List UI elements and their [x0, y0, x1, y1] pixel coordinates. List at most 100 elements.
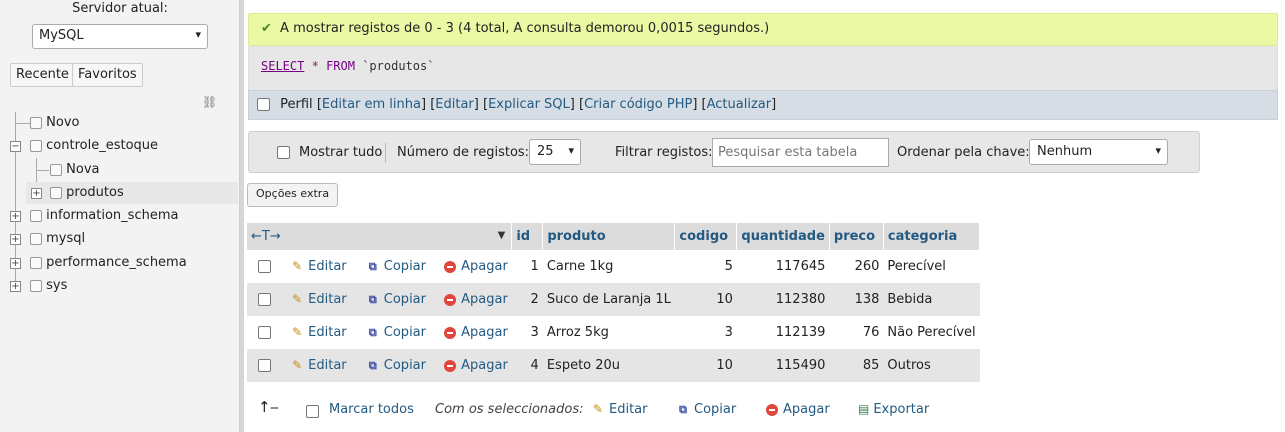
rows-count-select[interactable]: 25 ▾: [529, 139, 581, 165]
show-all-checkbox[interactable]: [277, 146, 290, 159]
chevron-down-icon: ▾: [195, 28, 201, 41]
row-checkbox[interactable]: [258, 359, 271, 372]
tree-item-information-schema[interactable]: information_schema: [30, 205, 178, 227]
panel-splitter[interactable]: [240, 0, 244, 432]
row-checkbox[interactable]: [258, 293, 271, 306]
tree-item-sys[interactable]: sys: [30, 275, 67, 297]
cell-id: 1: [511, 250, 543, 283]
cell-quantidade: 115490: [736, 349, 830, 382]
rows-count-label: Número de registos:: [397, 145, 530, 160]
bulk-edit-button[interactable]: ✎ Editar: [590, 402, 648, 417]
row-checkbox[interactable]: [258, 326, 271, 339]
check-all-checkbox[interactable]: [306, 405, 319, 418]
sort-dropdown-icon[interactable]: ▼: [498, 230, 506, 241]
bulk-delete-button[interactable]: Apagar: [766, 402, 830, 417]
expand-icon[interactable]: +: [10, 258, 21, 269]
server-select[interactable]: MySQL ▾: [32, 24, 208, 49]
profile-checkbox[interactable]: [257, 98, 270, 111]
edit-link[interactable]: Editar: [435, 97, 474, 112]
expand-icon[interactable]: +: [10, 281, 21, 292]
row-copy-link[interactable]: ⧉ Copiar: [365, 259, 426, 274]
pencil-icon: ✎: [292, 259, 303, 273]
tab-recent[interactable]: Recente: [10, 63, 75, 87]
copy-icon: ⧉: [368, 359, 377, 372]
column-header-categoria[interactable]: categoria: [883, 223, 981, 250]
results-table: ←T→ ▼ id produto codigo quantidade preco…: [247, 223, 981, 382]
row-actions: ✎ Editar ⧉ Copiar Apagar: [247, 349, 512, 382]
bulk-copy-button[interactable]: ⧉ Copiar: [675, 402, 736, 417]
row-delete-link[interactable]: Apagar: [444, 259, 508, 274]
sql-links-bar: Perfil [Editar em linha] [Editar] [Expli…: [248, 90, 1278, 120]
row-edit-link[interactable]: ✎ Editar: [289, 292, 347, 307]
column-header-produto[interactable]: produto: [542, 223, 676, 250]
create-php-code-link[interactable]: Criar código PHP: [584, 97, 692, 112]
sql-star: *: [311, 59, 319, 73]
tab-favorites[interactable]: Favoritos: [72, 63, 143, 87]
cell-categoria: Não Perecível: [883, 316, 980, 349]
new-database-icon: [30, 116, 42, 129]
cell-quantidade: 112380: [736, 283, 830, 316]
table-navigation-toolbar: Mostrar tudo Número de registos: 25 ▾ Fi…: [248, 131, 1200, 173]
column-header-codigo[interactable]: codigo: [674, 223, 738, 250]
table-row: ✎ Editar ⧉ Copiar Apagar 2 Suco de Laranja…: [247, 283, 980, 316]
extra-options-button[interactable]: Opções extra: [247, 183, 339, 207]
database-icon: [30, 209, 42, 222]
cell-quantidade: 112139: [736, 316, 830, 349]
row-delete-link[interactable]: Apagar: [444, 292, 508, 307]
row-copy-link[interactable]: ⧉ Copiar: [365, 358, 426, 373]
delete-icon: [444, 326, 457, 339]
cell-id: 3: [511, 316, 543, 349]
row-edit-link[interactable]: ✎ Editar: [289, 325, 347, 340]
sql-keyword-select[interactable]: SELECT: [261, 59, 304, 73]
sort-by-key-label: Ordenar pela chave:: [897, 145, 1030, 160]
filter-rows-label: Filtrar registos:: [615, 145, 713, 160]
row-actions: ✎ Editar ⧉ Copiar Apagar: [247, 316, 512, 349]
cell-codigo: 5: [674, 250, 737, 283]
tree-item-controle-estoque[interactable]: controle_estoque: [30, 135, 158, 157]
cell-codigo: 10: [674, 349, 737, 382]
sort-by-key-select[interactable]: Nenhum ▾: [1029, 139, 1168, 165]
cell-preco: 85: [829, 349, 884, 382]
cell-produto: Suco de Laranja 1L: [542, 283, 675, 316]
tree-item-mysql[interactable]: mysql: [30, 228, 85, 250]
row-edit-link[interactable]: ✎ Editar: [289, 358, 347, 373]
check-all-link[interactable]: Marcar todos: [329, 402, 414, 417]
link-with-main-panel-icon[interactable]: ⛓: [202, 95, 217, 109]
navigation-panel: Servidor atual: MySQL ▾ Recente Favorito…: [0, 0, 240, 432]
cell-preco: 260: [829, 250, 884, 283]
tree-item-produtos[interactable]: produtos: [26, 182, 238, 204]
sql-query-box[interactable]: SELECT * FROM `produtos`: [248, 46, 1278, 90]
expand-icon[interactable]: +: [10, 211, 21, 222]
row-delete-link[interactable]: Apagar: [444, 325, 508, 340]
pencil-icon: ✎: [592, 402, 604, 416]
column-header-id[interactable]: id: [511, 223, 544, 250]
expand-icon[interactable]: +: [31, 188, 42, 199]
edit-inline-link[interactable]: Editar em linha: [322, 97, 421, 112]
explain-sql-link[interactable]: Explicar SQL: [488, 97, 570, 112]
row-actions: ✎ Editar ⧉ Copiar Apagar: [247, 283, 512, 316]
tree-item-new[interactable]: Novo: [30, 112, 79, 134]
expand-icon[interactable]: +: [10, 234, 21, 245]
delete-icon: [444, 359, 457, 372]
cell-categoria: Perecível: [883, 250, 980, 283]
check-icon: ✔: [261, 21, 272, 36]
pencil-icon: ✎: [292, 358, 303, 372]
database-icon: [30, 256, 42, 269]
column-nav-arrows-icon[interactable]: ←T→: [251, 229, 281, 244]
row-copy-link[interactable]: ⧉ Copiar: [365, 292, 426, 307]
row-checkbox[interactable]: [258, 260, 271, 273]
filter-rows-input[interactable]: Pesquisar esta tabela: [712, 138, 889, 167]
with-selected-label: Com os seleccionados:: [435, 402, 584, 417]
tree-item-performance-schema[interactable]: performance_schema: [30, 252, 187, 274]
column-header-quantidade[interactable]: quantidade: [736, 223, 830, 250]
collapse-icon[interactable]: −: [10, 141, 21, 152]
row-edit-link[interactable]: ✎ Editar: [289, 259, 347, 274]
column-header-preco[interactable]: preco: [829, 223, 884, 250]
row-copy-link[interactable]: ⧉ Copiar: [365, 325, 426, 340]
tree-item-new-table[interactable]: Nova: [50, 159, 99, 181]
refresh-link[interactable]: Actualizar: [707, 97, 771, 112]
bulk-export-button[interactable]: ▤ Exportar: [858, 402, 929, 417]
pencil-icon: ✎: [292, 325, 303, 339]
cell-quantidade: 117645: [736, 250, 830, 283]
row-delete-link[interactable]: Apagar: [444, 358, 508, 373]
